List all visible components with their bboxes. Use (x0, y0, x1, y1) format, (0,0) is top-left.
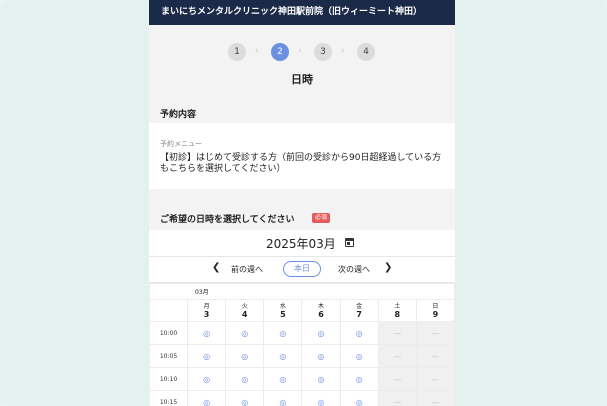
prev-week-link[interactable]: 前の週へ (231, 264, 263, 275)
available-slot[interactable]: ◎ (225, 321, 265, 345)
available-slot[interactable]: ◎ (225, 367, 265, 391)
day-header-sunday: 日9 (415, 299, 455, 322)
time-row: 10:05 ◎ ◎ ◎ ◎ ◎ — — (149, 344, 455, 368)
time-row: 10:10 ◎ ◎ ◎ ◎ ◎ — — (149, 367, 455, 391)
grid-month-label: 03月 (149, 283, 455, 300)
available-slot[interactable]: ◎ (186, 321, 227, 345)
available-slot[interactable]: ◎ (186, 344, 227, 368)
today-button[interactable]: 本日 (283, 261, 321, 277)
chevron-left-icon[interactable]: ❮ (212, 262, 220, 273)
time-row: 10:15 ◎ ◎ ◎ ◎ ◎ — — (149, 390, 455, 406)
calendar-icon[interactable] (345, 238, 354, 247)
available-slot[interactable]: ◎ (225, 390, 265, 406)
available-slot[interactable]: ◎ (339, 344, 379, 368)
available-slot[interactable]: ◎ (339, 390, 379, 406)
unavailable-slot: — (415, 344, 455, 368)
available-slot[interactable]: ◎ (339, 367, 379, 391)
next-week-link[interactable]: 次の週へ (338, 264, 370, 275)
day-header-saturday: 土8 (377, 299, 417, 322)
reservation-section-title: 予約内容 (160, 110, 197, 120)
available-slot[interactable]: ◎ (339, 321, 379, 345)
menu-value: 【初診】はじめて受診する方（前回の受診から90日超経過している方もこちらを選択し… (160, 153, 442, 174)
unavailable-slot: — (377, 321, 417, 345)
available-slot[interactable]: ◎ (263, 367, 303, 391)
available-slot[interactable]: ◎ (186, 390, 227, 406)
day-header-row: 月3 火4 水5 木6 金7 土8 日9 (149, 299, 455, 322)
time-row: 10:00 ◎ ◎ ◎ ◎ ◎ — — (149, 321, 455, 345)
available-slot[interactable]: ◎ (263, 344, 303, 368)
day-header: 水5 (263, 299, 303, 322)
time-slot-grid: 03月 月3 火4 水5 木6 金7 土8 日9 10:00 ◎ ◎ ◎ ◎ ◎… (149, 283, 455, 406)
available-slot[interactable]: ◎ (186, 367, 227, 391)
available-slot[interactable]: ◎ (301, 367, 341, 391)
step-3: 3 (314, 43, 332, 61)
time-label: 10:00 (149, 321, 188, 345)
clinic-header: まいにちメンタルクリニック神田駅前院（旧ウィーミート神田） (149, 0, 455, 25)
chevron-right-icon: › (341, 46, 345, 56)
unavailable-slot: — (377, 344, 417, 368)
datetime-section-title: ご希望の日時を選択してください (160, 215, 295, 225)
available-slot[interactable]: ◎ (263, 390, 303, 406)
unavailable-slot: — (377, 367, 417, 391)
chevron-right-icon[interactable]: ❯ (384, 262, 392, 273)
calendar-month-title: 2025年03月 (266, 237, 336, 251)
step-2: 2 (271, 43, 289, 61)
page-title: 日時 (291, 73, 313, 86)
chevron-right-icon: › (298, 46, 302, 56)
week-navigation: ❮ 前の週へ 本日 次の週へ ❯ (149, 257, 455, 283)
calendar-month-row: 2025年03月 (149, 230, 455, 257)
available-slot[interactable]: ◎ (301, 321, 341, 345)
available-slot[interactable]: ◎ (301, 390, 341, 406)
step-4: 4 (357, 43, 375, 61)
calendar: 2025年03月 ❮ 前の週へ 本日 次の週へ ❯ 03月 月3 火4 水 5 … (149, 230, 455, 406)
required-badge: 必須 (312, 213, 331, 223)
time-label: 10:05 (149, 344, 188, 368)
booking-page: まいにちメンタルクリニック神田駅前院（旧ウィーミート神田） 1 › 2 › 3 … (149, 0, 455, 406)
step-1: 1 (228, 43, 246, 61)
unavailable-slot: — (415, 367, 455, 391)
day-header: 月3 (186, 299, 227, 322)
corner-cell (149, 299, 188, 322)
time-label: 10:15 (149, 390, 188, 406)
available-slot[interactable]: ◎ (263, 321, 303, 345)
available-slot[interactable]: ◎ (225, 344, 265, 368)
day-header: 金7 (339, 299, 379, 322)
unavailable-slot: — (415, 321, 455, 345)
reservation-menu-box: 予約メニュー 【初診】はじめて受診する方（前回の受診から90日超経過している方も… (149, 123, 455, 189)
day-header: 火4 (225, 299, 265, 322)
unavailable-slot: — (377, 390, 417, 406)
unavailable-slot: — (415, 390, 455, 406)
step-indicator: 1 › 2 › 3 › 4 (149, 43, 455, 61)
menu-label: 予約メニュー (160, 140, 202, 148)
time-label: 10:10 (149, 367, 188, 391)
day-header: 木6 (301, 299, 341, 322)
chevron-right-icon: › (255, 46, 259, 56)
available-slot[interactable]: ◎ (301, 344, 341, 368)
